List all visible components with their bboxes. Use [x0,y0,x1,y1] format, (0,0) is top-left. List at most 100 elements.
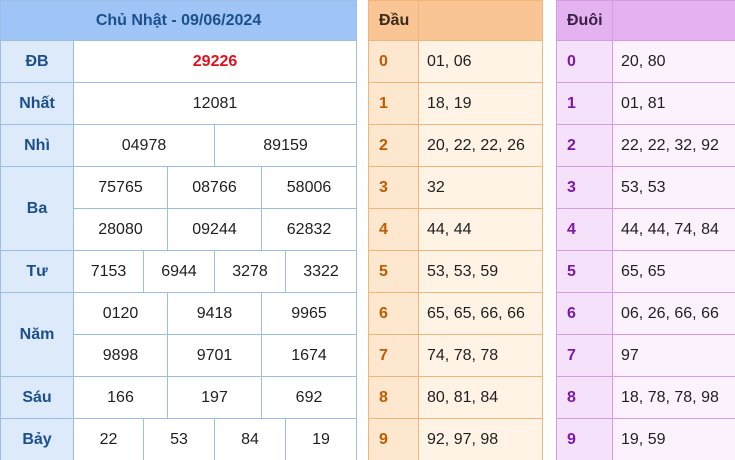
head-digit: 0 [368,40,419,83]
tail-row: 3 53, 53 [556,166,735,209]
prize-row-nam: Năm 0120 9418 9965 [0,292,358,377]
head-digit: 9 [368,418,419,460]
head-numbers: 92, 97, 98 [418,418,543,460]
prize-value: 3278 [214,250,286,293]
head-numbers: 20, 22, 22, 26 [418,124,543,167]
tail-row: 8 18, 78, 78, 98 [556,376,735,419]
prize-value: 89159 [213,124,358,167]
prize-value: 22 [73,418,144,460]
prize-value: 0120 [73,292,168,335]
tail-row: 9 19, 59 [556,418,735,460]
tail-numbers: 06, 26, 66, 66 [612,292,735,335]
prize-row-nhat: Nhất 12081 [0,82,358,125]
head-row: 1 18, 19 [368,82,543,125]
head-numbers: 01, 06 [418,40,543,83]
prize-value: 62832 [260,208,358,251]
tail-row: 0 20, 80 [556,40,735,83]
head-row: 3 32 [368,166,543,209]
prize-value: 75765 [73,166,168,209]
head-row: 4 44, 44 [368,208,543,251]
head-digit: 3 [368,166,419,209]
tail-row: 4 44, 44, 74, 84 [556,208,735,251]
prize-value: 692 [260,376,358,419]
tail-digit: 4 [556,208,613,251]
prize-value: 9965 [260,292,358,335]
head-numbers: 18, 19 [418,82,543,125]
tail-row: 1 01, 81 [556,82,735,125]
head-numbers: 65, 65, 66, 66 [418,292,543,335]
head-numbers: 32 [418,166,543,209]
head-row: 8 80, 81, 84 [368,376,543,419]
prize-label: Nhì [0,124,74,167]
prize-value: 08766 [167,166,262,209]
prize-value: 197 [167,376,262,419]
prize-row-bay: Bảy 22 53 84 19 [0,418,358,460]
head-table: Đầu 0 01, 06 1 18, 19 2 20, 22, 22, 26 3 32 4 44,… [368,0,543,460]
prize-row-db: ĐB 29226 [0,40,358,83]
prize-value: 6944 [143,250,215,293]
prize-value: 3322 [284,250,358,293]
tail-numbers: 19, 59 [612,418,735,460]
prize-value: 19 [284,418,358,460]
tail-row: 6 06, 26, 66, 66 [556,292,735,335]
prize-value: 9701 [167,334,262,377]
head-numbers: 44, 44 [418,208,543,251]
prize-value: 58006 [260,166,358,209]
tail-digit: 6 [556,292,613,335]
results-table: Chủ Nhật - 09/06/2024 ĐB 29226 Nhất 1208… [0,0,358,460]
prize-value: 84 [214,418,286,460]
prize-value: 9418 [167,292,262,335]
tail-digit: 1 [556,82,613,125]
tail-title-blank [612,0,735,41]
tail-numbers: 44, 44, 74, 84 [612,208,735,251]
tail-digit: 7 [556,334,613,377]
prize-value: 9898 [73,334,168,377]
prize-label: Sáu [0,376,74,419]
prize-value: 04978 [73,124,215,167]
head-row: 5 53, 53, 59 [368,250,543,293]
head-numbers: 74, 78, 78 [418,334,543,377]
head-digit: 6 [368,292,419,335]
tail-digit: 5 [556,250,613,293]
tail-table: Đuôi 0 20, 80 1 01, 81 2 22, 22, 32, 92 3 53, 5… [556,0,735,460]
special-prize-value: 29226 [72,40,358,83]
head-numbers: 80, 81, 84 [418,376,543,419]
tail-numbers: 18, 78, 78, 98 [612,376,735,419]
tail-title: Đuôi [556,0,613,41]
head-row: 7 74, 78, 78 [368,334,543,377]
tail-numbers: 53, 53 [612,166,735,209]
tail-numbers: 01, 81 [612,82,735,125]
prize-label: Năm [0,292,74,377]
head-numbers: 53, 53, 59 [418,250,543,293]
head-title: Đầu [368,0,419,41]
prize-row-sau: Sáu 166 197 692 [0,376,358,419]
head-digit: 8 [368,376,419,419]
head-row: 9 92, 97, 98 [368,418,543,460]
tail-digit: 0 [556,40,613,83]
prize-value: 7153 [73,250,144,293]
head-row: 6 65, 65, 66, 66 [368,292,543,335]
tail-row: 5 65, 65 [556,250,735,293]
head-digit: 1 [368,82,419,125]
prize-label: Bảy [0,418,74,460]
results-title: Chủ Nhật - 09/06/2024 [0,0,358,41]
prize-value: 53 [143,418,215,460]
prize-value: 166 [73,376,168,419]
tail-numbers: 20, 80 [612,40,735,83]
tail-digit: 3 [556,166,613,209]
head-digit: 2 [368,124,419,167]
tail-row: 2 22, 22, 32, 92 [556,124,735,167]
tail-numbers: 97 [612,334,735,377]
head-digit: 7 [368,334,419,377]
prize-label: Ba [0,166,74,251]
tail-row: 7 97 [556,334,735,377]
head-digit: 4 [368,208,419,251]
tail-numbers: 22, 22, 32, 92 [612,124,735,167]
head-digit: 5 [368,250,419,293]
prize-label: Nhất [0,82,74,125]
prize-value: 1674 [260,334,358,377]
prize-value: 28080 [73,208,168,251]
prize-row-nhi: Nhì 04978 89159 [0,124,358,167]
prize-row-ba: Ba 75765 08766 58006 [0,166,358,251]
head-title-blank [418,0,543,41]
